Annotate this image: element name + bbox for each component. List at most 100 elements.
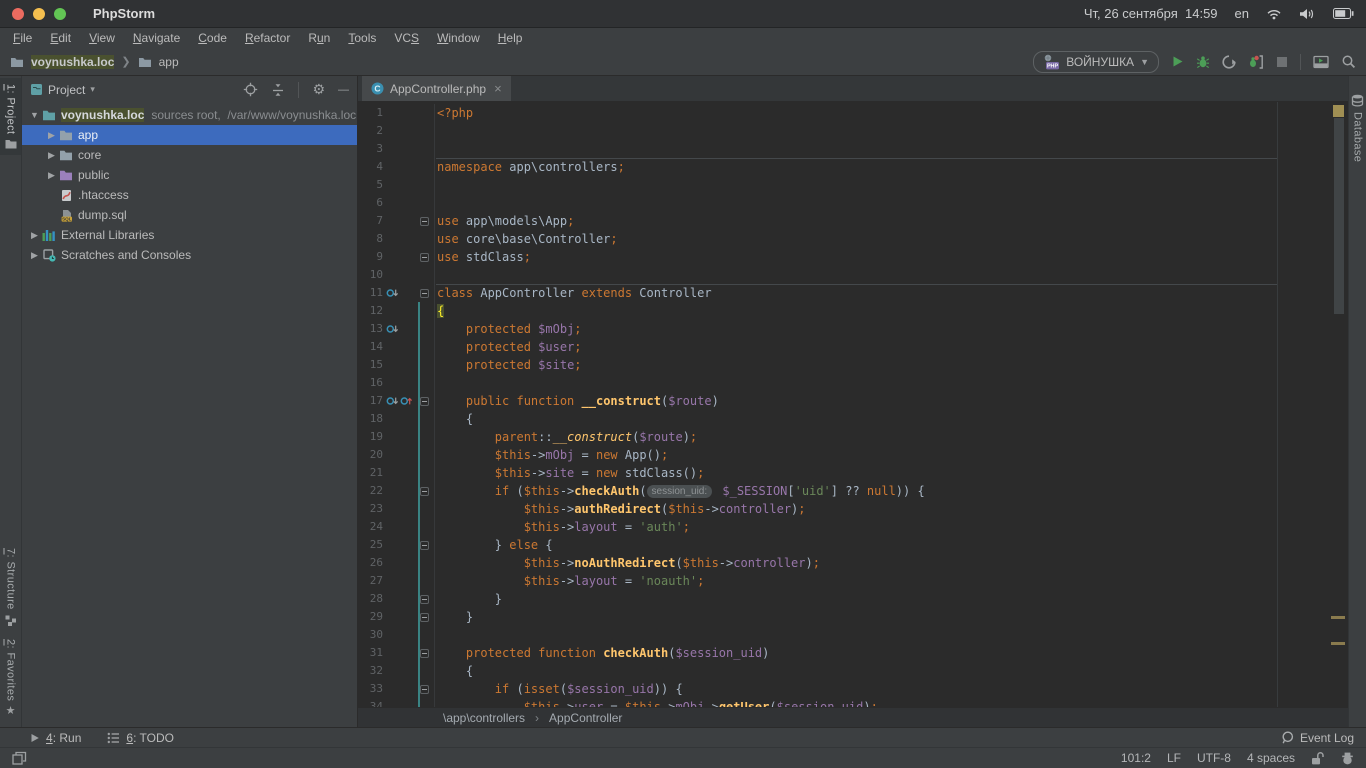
maximize-window-button[interactable] [54, 8, 66, 20]
tool-button-run[interactable]: 4: Run [30, 731, 81, 745]
warning-stripe-mark[interactable] [1331, 616, 1345, 619]
code-line-22[interactable]: 22 if ($this->checkAuth(session_uid: $_S… [358, 482, 1348, 500]
tree-row-scratches-and-consoles[interactable]: ▶Scratches and Consoles [22, 245, 357, 265]
code-line-13[interactable]: 13 protected $mObj; [358, 320, 1348, 338]
run-with-coverage-button[interactable] [1222, 55, 1236, 69]
debug-button[interactable] [1196, 55, 1210, 69]
fold-marker[interactable] [420, 289, 429, 298]
code-line-23[interactable]: 23 $this->authRedirect($this->controller… [358, 500, 1348, 518]
fold-marker[interactable] [420, 649, 429, 658]
settings-gear-icon[interactable]: ⚙ [312, 83, 325, 97]
chevron-down-icon[interactable]: ▼ [28, 110, 41, 120]
hide-panel-button[interactable]: — [338, 84, 349, 96]
breadcrumb-namespace[interactable]: \app\controllers [443, 711, 525, 725]
code-line-1[interactable]: 1<?php [358, 104, 1348, 122]
fold-marker[interactable] [420, 217, 429, 226]
locate-file-button[interactable] [243, 82, 258, 97]
file-encoding[interactable]: UTF-8 [1197, 751, 1231, 765]
fold-marker[interactable] [420, 541, 429, 550]
menu-window[interactable]: Window [428, 31, 489, 45]
override-down-gutter-icon[interactable] [386, 323, 399, 335]
code-line-33[interactable]: 33 if (isset($session_uid)) { [358, 680, 1348, 698]
code-line-9[interactable]: 9use stdClass; [358, 248, 1348, 266]
volume-icon[interactable] [1299, 8, 1316, 20]
inspection-status-indicator[interactable] [1333, 105, 1344, 117]
menu-tools[interactable]: Tools [339, 31, 385, 45]
code-line-25[interactable]: 25 } else { [358, 536, 1348, 554]
tool-button-2-favorites[interactable]: 2: Favorites★ [0, 633, 21, 723]
wifi-icon[interactable] [1266, 8, 1282, 20]
code-editor[interactable]: 1<?php234namespace app\controllers;567us… [358, 102, 1348, 707]
collapse-all-button[interactable] [271, 83, 285, 97]
override-down-gutter-icon[interactable] [386, 287, 399, 299]
tree-row-app[interactable]: ▶app [22, 125, 357, 145]
code-line-27[interactable]: 27 $this->layout = 'noauth'; [358, 572, 1348, 590]
breadcrumb-class[interactable]: AppController [549, 711, 622, 725]
chevron-down-icon[interactable]: ▾ [90, 84, 95, 95]
code-line-8[interactable]: 8use core\base\Controller; [358, 230, 1348, 248]
code-line-18[interactable]: 18 { [358, 410, 1348, 428]
code-line-4[interactable]: 4namespace app\controllers; [358, 158, 1348, 176]
search-everywhere-button[interactable] [1341, 54, 1356, 69]
tool-button-todo[interactable]: 6: TODO [107, 731, 174, 745]
highlighting-level-icon[interactable] [1341, 752, 1354, 765]
chevron-right-icon[interactable]: ▶ [45, 130, 58, 141]
override-down-gutter-icon[interactable] [386, 395, 399, 407]
warning-stripe-mark[interactable] [1331, 642, 1345, 645]
indent-style[interactable]: 4 spaces [1247, 751, 1295, 765]
tree-row-core[interactable]: ▶core [22, 145, 357, 165]
menu-navigate[interactable]: Navigate [124, 31, 189, 45]
chevron-right-icon[interactable]: ▶ [28, 250, 41, 261]
menu-refactor[interactable]: Refactor [236, 31, 299, 45]
code-line-17[interactable]: 17 public function __construct($route) [358, 392, 1348, 410]
override-up-gutter-icon[interactable] [400, 395, 413, 407]
run-button[interactable] [1171, 55, 1184, 68]
menu-view[interactable]: View [80, 31, 124, 45]
editor-scrollbar[interactable] [1334, 118, 1344, 314]
minimize-window-button[interactable] [33, 8, 45, 20]
code-area[interactable]: 1<?php234namespace app\controllers;567us… [358, 104, 1348, 707]
fold-marker[interactable] [420, 595, 429, 604]
chevron-right-icon[interactable]: ▶ [45, 150, 58, 161]
code-line-6[interactable]: 6 [358, 194, 1348, 212]
code-line-19[interactable]: 19 parent::__construct($route); [358, 428, 1348, 446]
menu-vcs[interactable]: VCS [385, 31, 428, 45]
code-line-16[interactable]: 16 [358, 374, 1348, 392]
code-line-15[interactable]: 15 protected $site; [358, 356, 1348, 374]
code-line-31[interactable]: 31 protected function checkAuth($session… [358, 644, 1348, 662]
code-line-5[interactable]: 5 [358, 176, 1348, 194]
chevron-right-icon[interactable]: ▶ [45, 170, 58, 181]
code-line-24[interactable]: 24 $this->layout = 'auth'; [358, 518, 1348, 536]
chevron-right-icon[interactable]: ▶ [28, 230, 41, 241]
code-line-11[interactable]: 11class AppController extends Controller [358, 284, 1348, 302]
code-line-7[interactable]: 7use app\models\App; [358, 212, 1348, 230]
code-line-30[interactable]: 30 [358, 626, 1348, 644]
code-line-32[interactable]: 32 { [358, 662, 1348, 680]
tree-row-public[interactable]: ▶public [22, 165, 357, 185]
fold-marker[interactable] [420, 397, 429, 406]
stop-button[interactable] [1276, 56, 1288, 68]
menu-run[interactable]: Run [299, 31, 339, 45]
tool-button-1-project[interactable]: 1: Project [0, 78, 21, 155]
run-configuration-select[interactable]: PHP ВОЙНУШКА ▼ [1033, 51, 1159, 73]
project-panel-title[interactable]: Project [48, 83, 85, 97]
code-line-34[interactable]: 34 $this->user = $this->mObj->getUser($s… [358, 698, 1348, 707]
tree-row-external-libraries[interactable]: ▶External Libraries [22, 225, 357, 245]
restore-layout-button[interactable] [1313, 55, 1329, 69]
tab-appcontroller-php[interactable]: C AppController.php × [362, 76, 511, 101]
tool-button-7-structure[interactable]: 7: Structure [0, 542, 21, 633]
code-line-28[interactable]: 28 } [358, 590, 1348, 608]
menu-help[interactable]: Help [489, 31, 532, 45]
tree-row-dump-sql[interactable]: SQLdump.sql [22, 205, 357, 225]
caret-position[interactable]: 101:2 [1121, 751, 1151, 765]
fold-marker[interactable] [420, 613, 429, 622]
readonly-lock-icon[interactable] [1311, 752, 1325, 765]
code-line-14[interactable]: 14 protected $user; [358, 338, 1348, 356]
code-line-26[interactable]: 26 $this->noAuthRedirect($this->controll… [358, 554, 1348, 572]
menu-code[interactable]: Code [189, 31, 236, 45]
code-line-29[interactable]: 29 } [358, 608, 1348, 626]
fold-marker[interactable] [420, 487, 429, 496]
keyboard-layout-indicator[interactable]: en [1235, 6, 1249, 21]
close-window-button[interactable] [12, 8, 24, 20]
menu-file[interactable]: File [4, 31, 41, 45]
